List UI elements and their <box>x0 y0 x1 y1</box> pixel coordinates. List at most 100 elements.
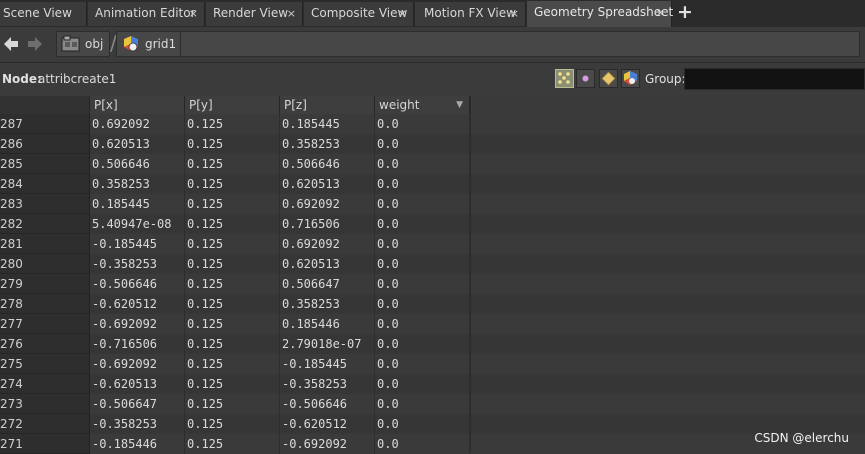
table-row[interactable]: 276 -0.716506 0.125 2.79018e-07 0.0 <box>0 334 865 354</box>
cell-weight[interactable]: 0.0 <box>375 114 470 134</box>
row-index[interactable]: 281 <box>0 234 90 254</box>
table-row[interactable]: 281 -0.185445 0.125 0.692092 0.0 <box>0 234 865 254</box>
cell-py[interactable]: 0.125 <box>185 434 280 454</box>
cell-weight[interactable]: 0.0 <box>375 334 470 354</box>
cell-px[interactable]: -0.358253 <box>90 414 185 434</box>
cell-py[interactable]: 0.125 <box>185 194 280 214</box>
cell-weight[interactable]: 0.0 <box>375 174 470 194</box>
table-row[interactable]: 287 0.692092 0.125 0.185445 0.0 <box>0 114 865 134</box>
cell-py[interactable]: 0.125 <box>185 154 280 174</box>
cell-weight[interactable]: 0.0 <box>375 314 470 334</box>
close-icon[interactable]: × <box>510 2 519 25</box>
tab-geometry-spreadsheet[interactable]: Geometry Spreadsheet × <box>527 1 673 27</box>
cell-pz[interactable]: 0.692092 <box>280 234 375 254</box>
row-index[interactable]: 278 <box>0 294 90 314</box>
row-index[interactable]: 285 <box>0 154 90 174</box>
table-row[interactable]: 280 -0.358253 0.125 0.620513 0.0 <box>0 254 865 274</box>
row-index[interactable]: 280 <box>0 254 90 274</box>
row-index[interactable]: 273 <box>0 394 90 414</box>
close-icon[interactable]: × <box>189 2 198 25</box>
cell-px[interactable]: 0.620513 <box>90 134 185 154</box>
cell-weight[interactable]: 0.0 <box>375 214 470 234</box>
cell-px[interactable]: 5.40947e-08 <box>90 214 185 234</box>
row-index[interactable]: 279 <box>0 274 90 294</box>
tab-render-view[interactable]: Render View × <box>206 2 303 26</box>
cell-px[interactable]: -0.620513 <box>90 374 185 394</box>
row-index[interactable]: 284 <box>0 174 90 194</box>
cell-pz[interactable]: 0.692092 <box>280 194 375 214</box>
row-index[interactable]: 271 <box>0 434 90 454</box>
table-row[interactable]: 274 -0.620513 0.125 -0.358253 0.0 <box>0 374 865 394</box>
cell-weight[interactable]: 0.0 <box>375 394 470 414</box>
cell-px[interactable]: -0.185446 <box>90 434 185 454</box>
cell-weight[interactable]: 0.0 <box>375 194 470 214</box>
cell-py[interactable]: 0.125 <box>185 354 280 374</box>
cell-pz[interactable]: 0.716506 <box>280 214 375 234</box>
cell-px[interactable]: 0.506646 <box>90 154 185 174</box>
cell-weight[interactable]: 0.0 <box>375 134 470 154</box>
detail-filter-button[interactable] <box>621 69 640 88</box>
table-row[interactable]: 278 -0.620512 0.125 0.358253 0.0 <box>0 294 865 314</box>
cell-pz[interactable]: 0.620513 <box>280 174 375 194</box>
cell-py[interactable]: 0.125 <box>185 234 280 254</box>
cell-weight[interactable]: 0.0 <box>375 234 470 254</box>
cell-pz[interactable]: 0.620513 <box>280 254 375 274</box>
cell-px[interactable]: -0.716506 <box>90 334 185 354</box>
row-index[interactable]: 277 <box>0 314 90 334</box>
cell-pz[interactable]: 2.79018e-07 <box>280 334 375 354</box>
table-row[interactable]: 273 -0.506647 0.125 -0.506646 0.0 <box>0 394 865 414</box>
cell-py[interactable]: 0.125 <box>185 334 280 354</box>
table-row[interactable]: 272 -0.358253 0.125 -0.620512 0.0 <box>0 414 865 434</box>
cell-pz[interactable]: -0.358253 <box>280 374 375 394</box>
row-index[interactable]: 287 <box>0 114 90 134</box>
row-index[interactable]: 283 <box>0 194 90 214</box>
cell-py[interactable]: 0.125 <box>185 174 280 194</box>
cell-pz[interactable]: 0.506646 <box>280 154 375 174</box>
cell-px[interactable]: -0.358253 <box>90 254 185 274</box>
cell-weight[interactable]: 0.0 <box>375 374 470 394</box>
close-icon[interactable]: × <box>398 2 407 25</box>
column-header-py[interactable]: P[y] <box>185 96 280 114</box>
cell-pz[interactable]: 0.185445 <box>280 114 375 134</box>
tab-scene-view[interactable]: Scene View <box>0 2 87 26</box>
vertices-filter-button[interactable] <box>576 69 595 88</box>
column-header-pz[interactable]: P[z] <box>280 96 375 114</box>
cell-py[interactable]: 0.125 <box>185 374 280 394</box>
cell-weight[interactable]: 0.0 <box>375 154 470 174</box>
add-tab-button[interactable]: + <box>676 3 694 23</box>
row-index[interactable]: 286 <box>0 134 90 154</box>
table-row[interactable]: 285 0.506646 0.125 0.506646 0.0 <box>0 154 865 174</box>
cell-px[interactable]: -0.620512 <box>90 294 185 314</box>
cell-py[interactable]: 0.125 <box>185 274 280 294</box>
cell-px[interactable]: -0.692092 <box>90 314 185 334</box>
column-header-px[interactable]: P[x] <box>90 96 185 114</box>
row-index[interactable]: 274 <box>0 374 90 394</box>
cell-py[interactable]: 0.125 <box>185 254 280 274</box>
cell-weight[interactable]: 0.0 <box>375 274 470 294</box>
index-column-header[interactable] <box>0 96 90 114</box>
row-index[interactable]: 282 <box>0 214 90 234</box>
row-index[interactable]: 276 <box>0 334 90 354</box>
row-index[interactable]: 275 <box>0 354 90 374</box>
cell-pz[interactable]: 0.185446 <box>280 314 375 334</box>
table-row[interactable]: 282 5.40947e-08 0.125 0.716506 0.0 <box>0 214 865 234</box>
sort-arrow-icon[interactable]: ▼ <box>456 96 463 114</box>
back-arrow-icon[interactable] <box>2 35 20 53</box>
cell-pz[interactable]: 0.358253 <box>280 294 375 314</box>
table-row[interactable]: 279 -0.506646 0.125 0.506647 0.0 <box>0 274 865 294</box>
cell-py[interactable]: 0.125 <box>185 414 280 434</box>
cell-weight[interactable]: 0.0 <box>375 414 470 434</box>
tab-motion-fx-view[interactable]: Motion FX View × <box>415 2 526 26</box>
cell-px[interactable]: 0.692092 <box>90 114 185 134</box>
row-index[interactable]: 272 <box>0 414 90 434</box>
cell-px[interactable]: 0.185445 <box>90 194 185 214</box>
group-input[interactable] <box>684 68 865 90</box>
path-field[interactable] <box>180 31 860 57</box>
cell-pz[interactable]: -0.506646 <box>280 394 375 414</box>
table-row[interactable]: 283 0.185445 0.125 0.692092 0.0 <box>0 194 865 214</box>
table-row[interactable]: 277 -0.692092 0.125 0.185446 0.0 <box>0 314 865 334</box>
cell-py[interactable]: 0.125 <box>185 114 280 134</box>
table-row[interactable]: 271 -0.185446 0.125 -0.692092 0.0 <box>0 434 865 454</box>
cell-px[interactable]: -0.506647 <box>90 394 185 414</box>
cell-pz[interactable]: -0.185445 <box>280 354 375 374</box>
